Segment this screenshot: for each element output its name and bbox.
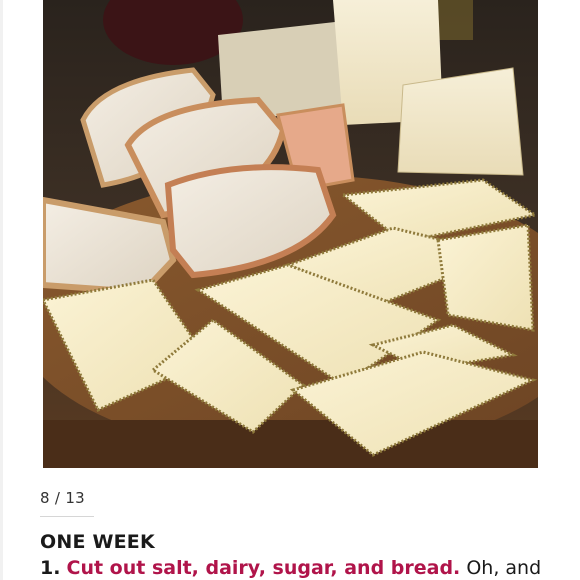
slide-photo[interactable] — [43, 0, 538, 468]
tip-rest: Oh, and — [460, 557, 542, 579]
cheese-bread-illustration — [43, 0, 538, 468]
page-edge — [0, 0, 3, 580]
tip-highlight: Cut out salt, dairy, sugar, and bread. — [66, 557, 461, 579]
counter-divider — [40, 516, 94, 517]
slide-counter: 8 / 13 — [40, 489, 86, 507]
section-heading: ONE WEEK — [40, 531, 155, 553]
tip-number: 1. — [40, 557, 61, 579]
tip-text: 1. Cut out salt, dairy, sugar, and bread… — [40, 557, 560, 579]
